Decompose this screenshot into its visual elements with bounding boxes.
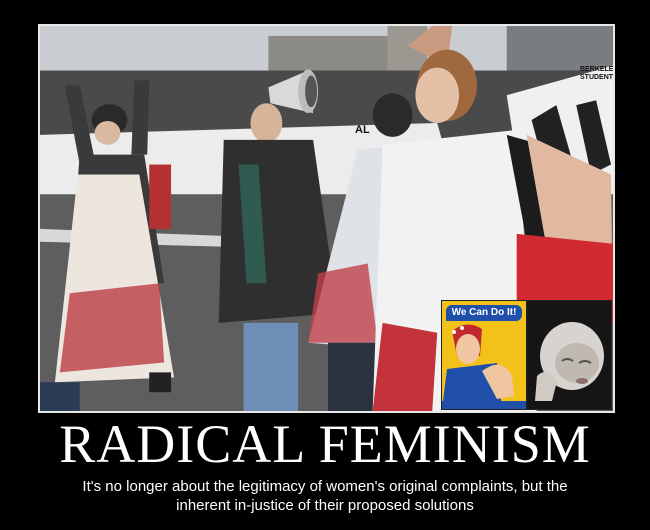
infant-photo-inset: [526, 300, 612, 410]
caption-line-1: It's no longer about the legitimacy of w…: [82, 478, 568, 495]
infant-illustration: [527, 301, 611, 409]
rosie-riveter-inset: We Can Do It!: [441, 300, 527, 410]
poster-title: RADICAL FEMINISM: [59, 414, 591, 474]
poster-caption: It's no longer about the legitimacy of w…: [0, 477, 650, 515]
sign-text: AL: [355, 124, 370, 136]
rosie-illustration: [442, 324, 526, 409]
caption-line-2: inherent in-justice of their proposed so…: [176, 497, 474, 514]
demotivational-poster: BERKELEY STUDENTS AL We Can Do It! RADIC…: [0, 0, 650, 530]
banner-text: BERKELEY STUDENTS: [580, 66, 615, 81]
